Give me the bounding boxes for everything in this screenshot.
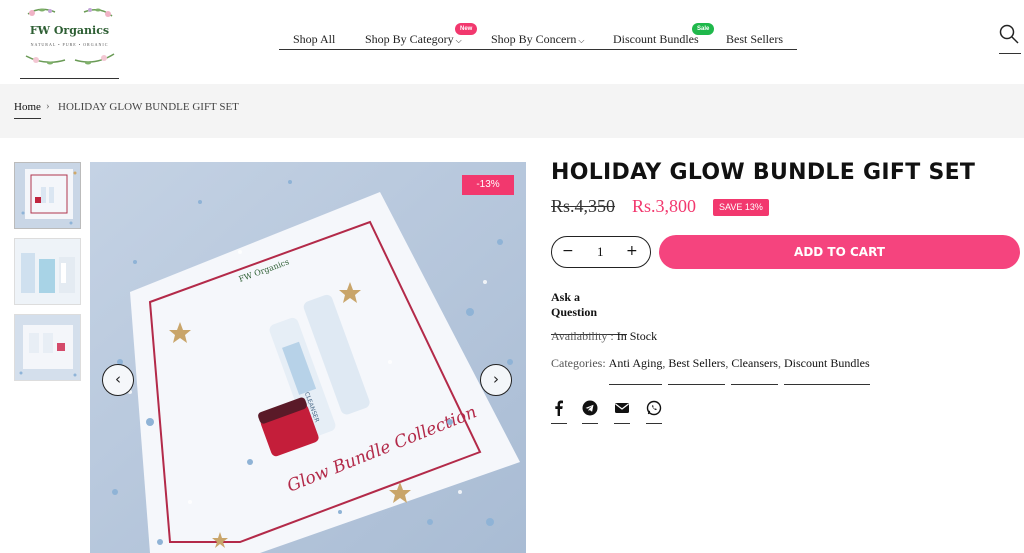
whatsapp-icon [646,400,662,416]
qty-minus-button[interactable]: − [562,243,574,259]
discount-badge: -13% [462,175,514,195]
price-sale: Rs.3,800 [632,196,697,216]
share-whatsapp[interactable] [646,400,662,424]
thumbnail-3[interactable] [14,314,81,381]
category-link[interactable]: Discount Bundles [783,356,870,385]
thumbnail-2[interactable] [14,238,81,305]
category-link[interactable]: Anti Aging [608,356,663,385]
breadcrumb-current: HOLIDAY GLOW BUNDLE GIFT SET [58,101,239,113]
prev-image-button[interactable]: ‹ [102,364,134,396]
categories: Categories: Anti Aging, Best Sellers, Cl… [551,356,870,385]
search-button[interactable] [999,24,1021,54]
product-photo: CLEANSER FW Organics Glow Bundle Collect… [90,162,526,553]
new-badge: New [455,23,478,35]
nav-label: Discount Bundles [613,32,699,46]
product-title: HOLIDAY GLOW BUNDLE GIFT SET [551,160,976,185]
breadcrumb-separator: › [46,100,50,112]
nav-label: Shop All [293,32,336,46]
facebook-icon [555,400,563,416]
price-original: Rs.4,350 [551,196,616,216]
logo-text: FW Organics [29,24,110,37]
chevron-left-icon: ‹ [115,370,121,388]
availability: Availability : In Stock [551,329,657,344]
categories-label: Categories: [551,356,606,370]
quantity-stepper: − 1 + [551,236,651,268]
category-link[interactable]: Cleansers [731,356,778,385]
telegram-icon [582,400,598,416]
add-to-cart-button[interactable]: ADD TO CART [659,235,1020,269]
sale-badge: Sale [692,23,715,35]
nav-best-sellers[interactable]: Best Sellers [726,32,783,47]
share-email[interactable] [614,400,630,424]
nav-label: Best Sellers [726,32,783,46]
breadcrumb-home[interactable]: Home [14,101,41,119]
product-thumbnail-image [15,239,80,304]
chevron-down-icon: ⌵ [578,36,585,45]
nav-shop-by-category[interactable]: Shop By Category ⌵ [365,32,462,47]
main-nav: Shop All Shop By Category ⌵ New Shop By C… [279,20,797,50]
nav-shop-by-concern[interactable]: Shop By Concern ⌵ [491,32,584,47]
qty-value[interactable]: 1 [597,244,604,260]
product-main-image[interactable]: CLEANSER FW Organics Glow Bundle Collect… [90,162,526,553]
chevron-down-icon: ⌵ [455,36,462,45]
save-badge: SAVE 13% [713,199,769,216]
availability-value: In Stock [616,329,658,343]
nav-label: Shop By Concern [491,32,577,46]
search-icon [999,24,1019,44]
category-link[interactable]: Best Sellers [668,356,726,385]
product-thumbnail-image [15,163,80,228]
nav-label: Shop By Category [365,32,454,46]
site-header: FW Organics NATURAL • PURE • ORGANIC Sho… [0,0,1024,84]
floral-wreath-icon [25,8,115,65]
next-image-button[interactable]: › [480,364,512,396]
email-icon [615,403,629,413]
chevron-right-icon: › [493,370,499,388]
breadcrumb: Home › HOLIDAY GLOW BUNDLE GIFT SET [0,84,1024,138]
logo[interactable]: FW Organics NATURAL • PURE • ORGANIC [20,4,119,79]
nav-shop-all[interactable]: Shop All [293,32,335,47]
nav-discount-bundles[interactable]: Discount Bundles [613,32,699,47]
share-facebook[interactable] [551,400,567,424]
logo-tagline: NATURAL • PURE • ORGANIC [30,42,109,47]
availability-label: Availability : [551,329,614,343]
share-telegram[interactable] [582,400,598,424]
product-thumbnail-image [15,315,80,380]
qty-plus-button[interactable]: + [626,243,638,259]
thumbnail-1[interactable] [14,162,81,229]
